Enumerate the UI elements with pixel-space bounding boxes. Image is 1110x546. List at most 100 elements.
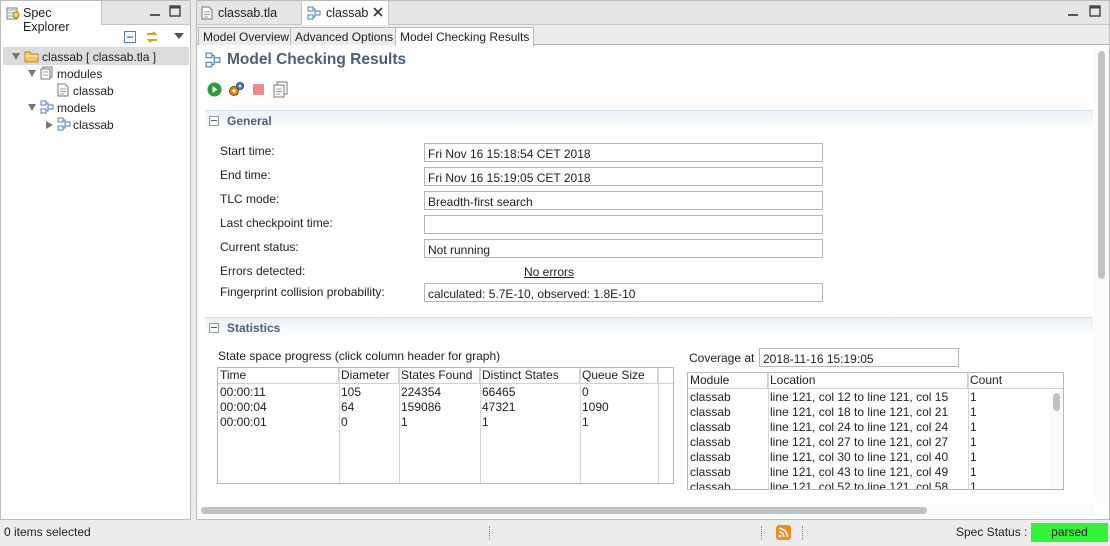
tab-spec-explorer[interactable]: Spec Explorer [1,1,102,34]
collapse-general-icon[interactable] [209,116,219,126]
maximize-icon[interactable] [1089,5,1101,17]
tab-classab-model[interactable]: classab [301,1,389,26]
start-time-field[interactable]: Fri Nov 16 15:18:54 CET 2018 [424,143,823,162]
fingerprint-label: Fingerprint collision probability: [220,285,385,299]
tlc-mode-field[interactable]: Breadth-first search [424,191,823,210]
tree-node-modules[interactable]: modules [1,66,189,83]
col-time[interactable]: Time [218,368,339,383]
page-title: Model Checking Results [227,51,407,68]
table-row[interactable]: classab line 121, col 30 to line 121, co… [688,450,1050,465]
col-distinct-states[interactable]: Distinct States [480,368,580,383]
spec-explorer-view: Spec Explorer classab [ classab.tla ] mo… [0,0,191,520]
spec-status-badge: parsed [1031,523,1108,542]
model-icon [307,6,321,20]
tree-models-label: models [57,101,96,115]
fingerprint-field[interactable]: calculated: 5.7E-10, observed: 1.8E-10 [424,283,823,302]
start-time-label: Start time: [220,144,275,158]
state-space-table-header: Time Diameter States Found Distinct Stat… [218,368,673,384]
model-results-icon [205,52,221,68]
table-row[interactable]: 00:00:04 64 159086 47321 1090 [218,400,658,415]
table-row[interactable]: classab line 121, col 24 to line 121, co… [688,420,1050,435]
collapse-all-icon[interactable] [123,30,137,44]
col-states-found[interactable]: States Found [399,368,480,383]
tab-model-checking-results[interactable]: Model Checking Results [395,27,535,46]
tab-classab-tla[interactable]: classab.tla [197,1,301,25]
status-divider [802,526,803,540]
coverage-scrollbar-thumb[interactable] [1053,393,1060,411]
folder-icon [24,49,39,63]
col-diameter[interactable]: Diameter [339,368,399,383]
coverage-table: Module Location Count classab line 121, … [687,372,1064,490]
twisty-open-icon[interactable] [28,104,36,111]
modules-icon [40,66,54,80]
tree-modules-label: modules [57,67,103,81]
collapse-statistics-icon[interactable] [209,323,219,333]
rss-feed-icon[interactable] [776,525,791,540]
close-icon[interactable] [373,7,383,17]
state-space-caption: State space progress (click column heade… [218,349,501,363]
selection-status: 0 items selected [4,525,91,539]
coverage-scrollbar[interactable] [1050,390,1063,489]
table-row[interactable]: classab line 121, col 12 to line 121, co… [688,390,1050,405]
coverage-time-field[interactable]: 2018-11-16 15:19:05 [759,348,959,367]
table-row[interactable]: 00:00:11 105 224354 66465 0 [218,385,658,400]
models-icon [40,100,54,114]
last-checkpoint-field[interactable] [424,215,823,234]
status-divider [761,526,762,540]
tree-node-model-classab[interactable]: classab [1,117,189,134]
twisty-open-icon[interactable] [28,70,36,77]
tree-module-item-label: classab [73,84,114,98]
col-queue-size[interactable]: Queue Size [580,368,658,383]
spec-status-label: Spec Status : [956,525,1028,539]
editor-vertical-scrollbar-thumb[interactable] [1098,51,1105,279]
twisty-closed-icon[interactable] [46,121,53,129]
maximize-icon[interactable] [169,5,181,17]
editor-horizontal-scrollbar-thumb[interactable] [201,507,927,514]
tree-node-root[interactable]: classab [ classab.tla ] [1,49,189,66]
status-divider [489,526,490,540]
tree-root-label: classab [ classab.tla ] [42,50,157,64]
current-status-label: Current status: [220,240,299,254]
last-checkpoint-label: Last checkpoint time: [220,216,333,230]
stop-icon[interactable] [252,83,265,96]
spec-explorer-tabbar: Spec Explorer [1,1,190,34]
errors-link[interactable]: No errors [524,265,574,279]
copy-results-icon[interactable] [273,81,288,98]
tree-model-item-label: classab [73,118,114,132]
tab-advanced-options[interactable]: Advanced Options [290,27,399,45]
table-row[interactable]: classab line 121, col 43 to line 121, co… [688,465,1050,480]
minimize-icon[interactable] [1067,7,1079,19]
end-time-field[interactable]: Fri Nov 16 15:19:05 CET 2018 [424,167,823,186]
table-row[interactable]: classab line 121, col 52 to line 121, co… [688,480,1050,489]
general-section-header[interactable]: General [205,110,1093,130]
coverage-table-header: Module Location Count [688,373,1063,389]
editor-horizontal-scrollbar[interactable] [197,503,1095,517]
tree-node-module-classab[interactable]: classab [1,83,189,100]
model-editor: classab.tla classab Model Overview Advan… [196,0,1110,520]
col-module[interactable]: Module [688,373,768,388]
statistics-section-title: Statistics [227,321,281,335]
col-count[interactable]: Count [968,373,1063,388]
general-section-title: General [227,114,272,128]
twisty-open-icon[interactable] [12,53,20,60]
view-menu-icon[interactable] [174,32,184,40]
table-row[interactable]: classab line 121, col 18 to line 121, co… [688,405,1050,420]
link-with-editor-icon[interactable] [144,29,160,45]
editor-page-tabs: Model Overview Advanced Options Model Ch… [197,25,1109,46]
state-space-table: Time Diameter States Found Distinct Stat… [217,367,674,484]
spec-explorer-icon [6,6,20,20]
run-tlc-icon[interactable] [207,82,222,97]
tab-model-overview[interactable]: Model Overview [198,27,295,45]
table-row[interactable]: classab line 121, col 27 to line 121, co… [688,435,1050,450]
run-options-icon[interactable] [228,81,245,98]
table-row[interactable]: 00:00:01 0 1 1 1 [218,415,658,430]
col-location[interactable]: Location [768,373,968,388]
statistics-section-header[interactable]: Statistics [205,317,1093,337]
current-status-field[interactable]: Not running [424,239,823,258]
spec-explorer-tab-label: Spec Explorer [23,6,70,34]
editor-tabbar: classab.tla classab [197,1,1109,26]
editor-vertical-scrollbar[interactable] [1095,47,1109,503]
tlc-mode-label: TLC mode: [220,192,280,206]
minimize-icon[interactable] [149,7,161,19]
tree-node-models[interactable]: models [1,100,189,117]
